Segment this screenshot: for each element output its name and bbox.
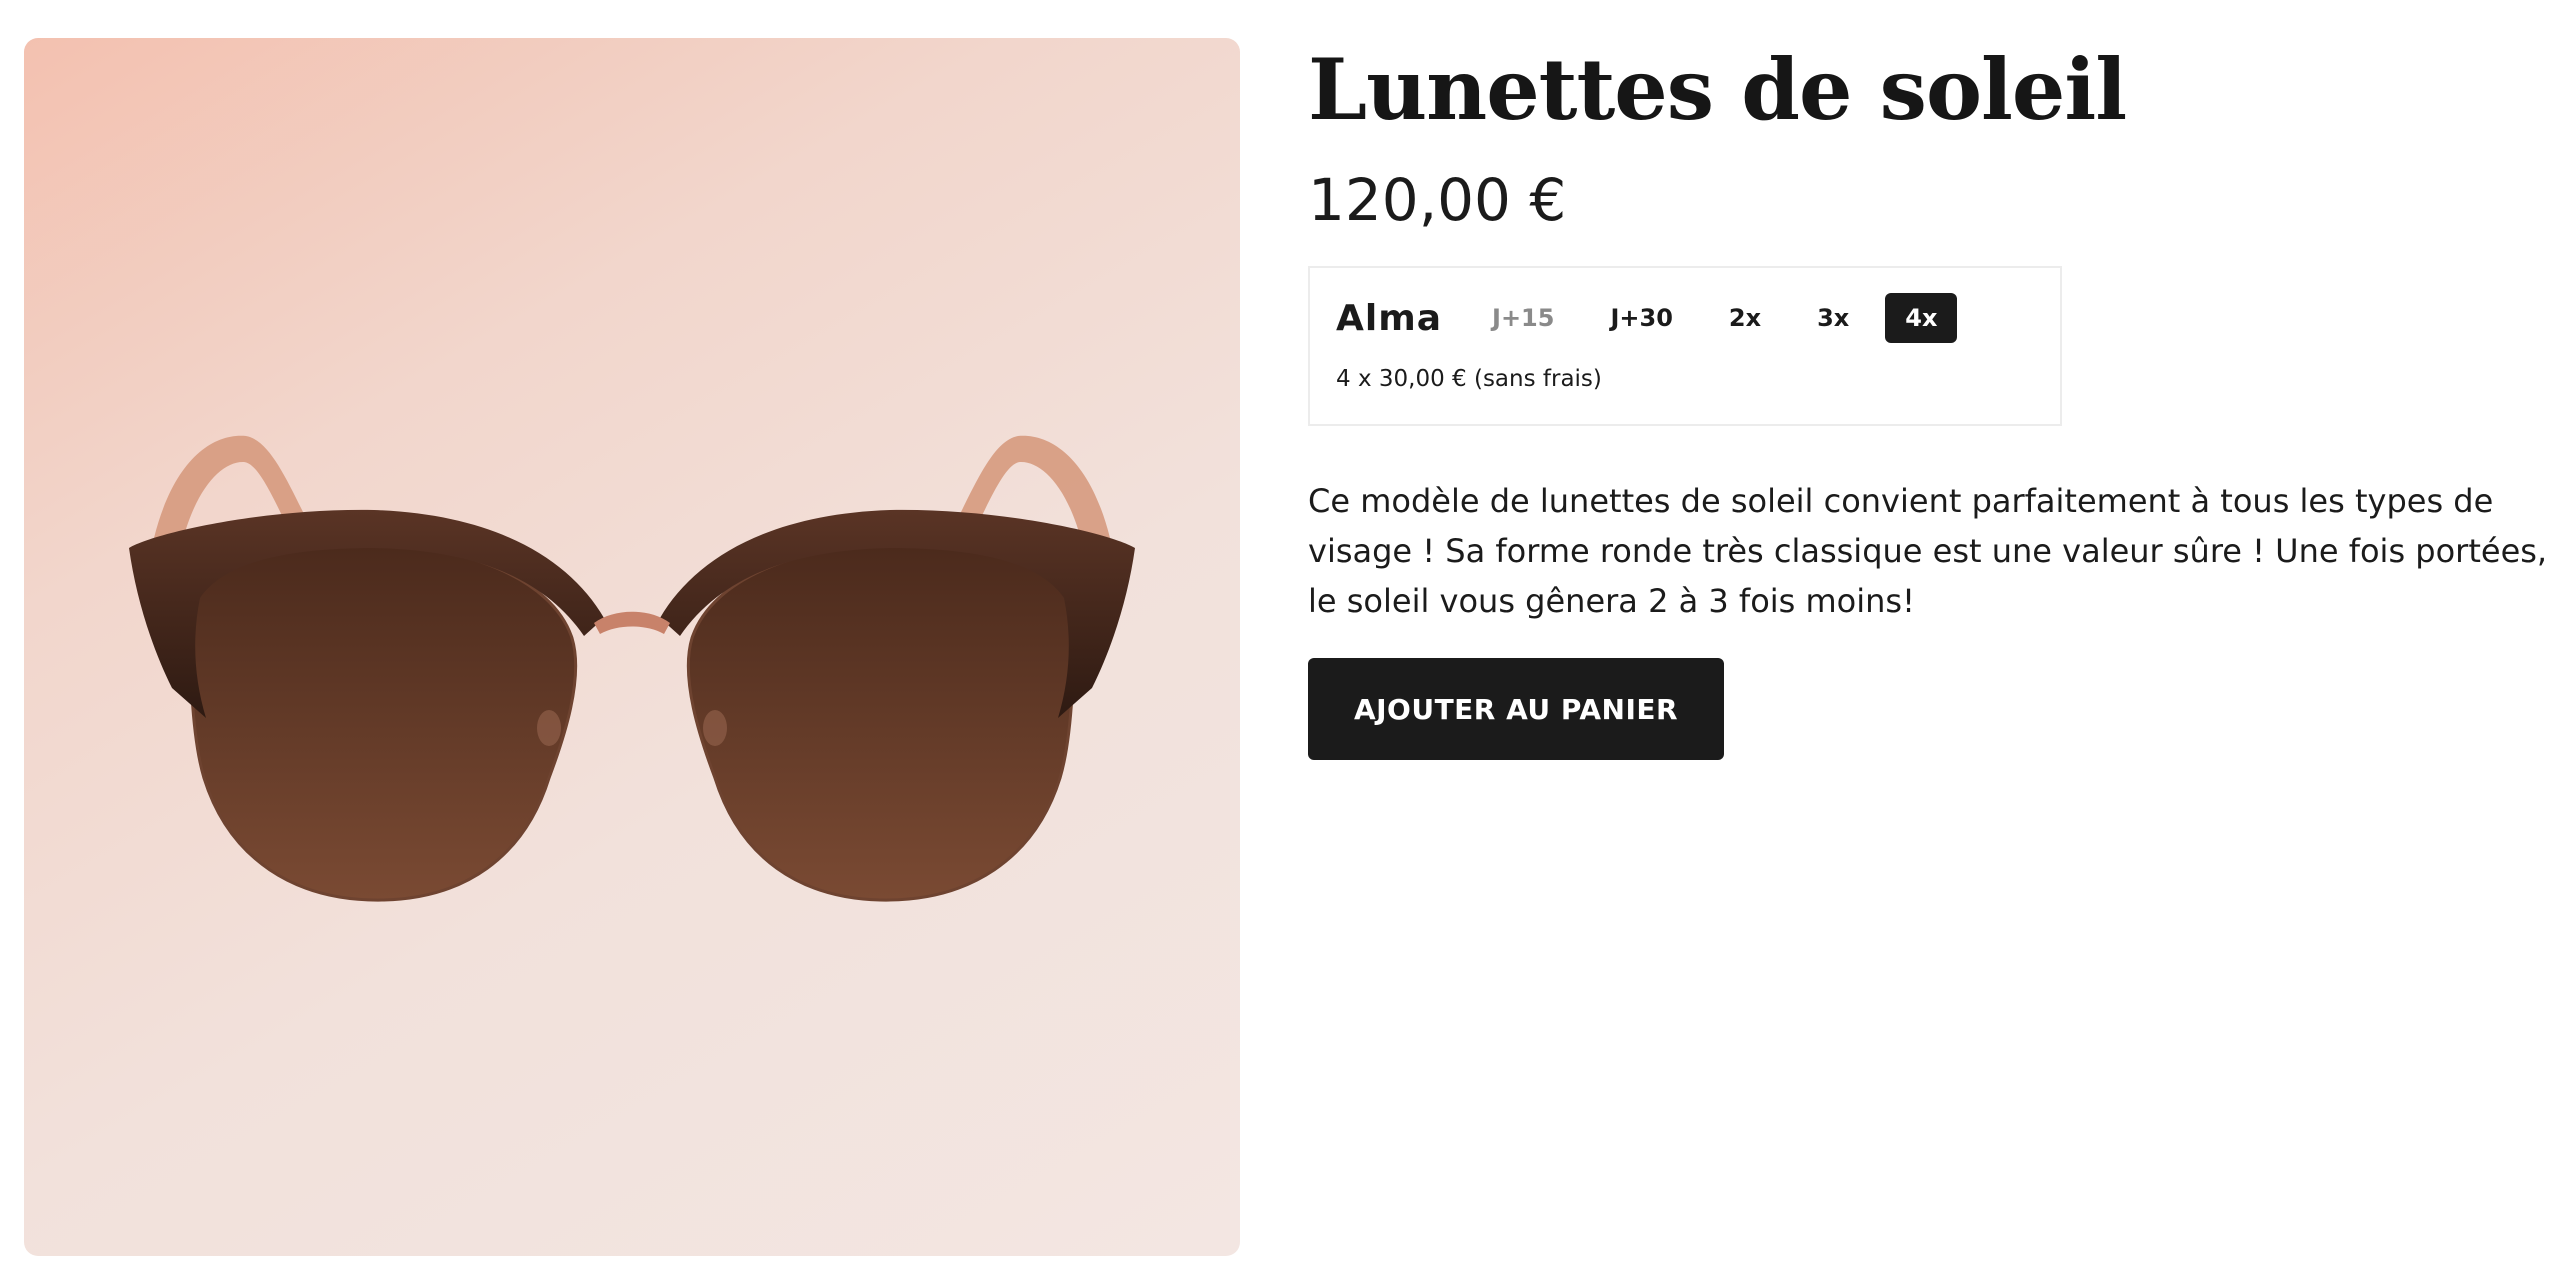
product-title: Lunettes de soleil: [1308, 40, 2127, 139]
product-page: Lunettes de soleil 120,00 € Alma J+15 J+…: [0, 0, 2560, 1288]
plan-option-2x[interactable]: 2x: [1709, 293, 1781, 343]
product-image: [24, 38, 1240, 1256]
alma-logo: Alma: [1336, 297, 1443, 339]
alma-plan-row: Alma J+15 J+30 2x 3x 4x: [1336, 292, 1973, 344]
plan-option-j15[interactable]: J+15: [1472, 293, 1574, 343]
plan-option-j30[interactable]: J+30: [1590, 293, 1692, 343]
alma-payment-widget: Alma J+15 J+30 2x 3x 4x 4 x 30,00 € (san…: [1308, 266, 2062, 426]
product-description: Ce modèle de lunettes de soleil convient…: [1308, 482, 2548, 620]
plan-option-3x[interactable]: 3x: [1797, 293, 1869, 343]
plan-option-4x[interactable]: 4x: [1885, 293, 1958, 343]
product-details: Lunettes de soleil 120,00 € Alma J+15 J+…: [1308, 30, 2547, 760]
add-to-cart-button[interactable]: AJOUTER AU PANIER: [1308, 658, 1724, 760]
alma-installment-summary: 4 x 30,00 € (sans frais): [1336, 366, 1602, 392]
product-price: 120,00 €: [1308, 166, 1567, 234]
sunglasses-icon: [129, 435, 1135, 902]
